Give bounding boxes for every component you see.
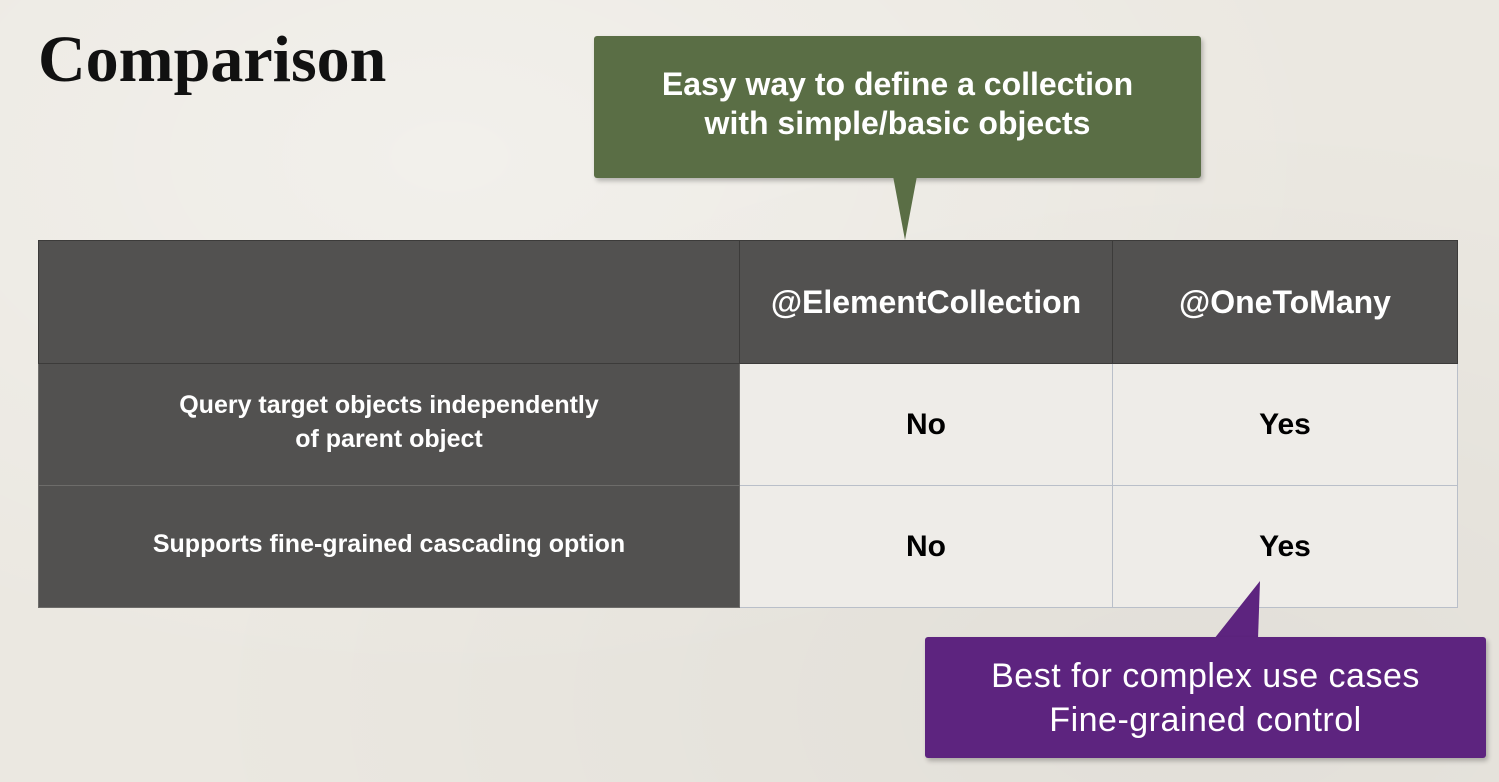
row-label-line: of parent object: [295, 424, 483, 453]
table-cell: Yes: [1112, 363, 1458, 486]
one-to-many-callout: Best for complex use cases Fine-grained …: [925, 637, 1486, 758]
callout-pointer: [893, 176, 917, 240]
header-cell-empty: [38, 240, 740, 364]
row-label: Query target objects independently of pa…: [38, 363, 740, 486]
table-row: Query target objects independently of pa…: [38, 363, 1458, 486]
comparison-table: @ElementCollection @OneToMany Query targ…: [38, 240, 1458, 608]
row-label-line: Supports fine-grained cascading option: [152, 529, 626, 558]
callout-line: Best for complex use cases: [991, 656, 1420, 695]
header-one-to-many: @OneToMany: [1112, 240, 1458, 364]
table-header-row: @ElementCollection @OneToMany: [38, 240, 1458, 364]
callout-line: Easy way to define a collection: [661, 66, 1134, 102]
row-label-line: Query target objects independently: [179, 390, 599, 419]
element-collection-callout: Easy way to define a collection with sim…: [594, 36, 1201, 178]
slide-title: Comparison: [38, 23, 387, 96]
table-cell: No: [739, 363, 1113, 486]
header-element-collection: @ElementCollection: [739, 240, 1113, 364]
callout-line: with simple/basic objects: [704, 105, 1091, 141]
table-cell: No: [739, 485, 1113, 608]
callout-pointer: [1214, 581, 1260, 639]
row-label: Supports fine-grained cascading option: [38, 485, 740, 608]
table-cell: Yes: [1112, 485, 1458, 608]
callout-line: Fine-grained control: [1049, 700, 1362, 739]
